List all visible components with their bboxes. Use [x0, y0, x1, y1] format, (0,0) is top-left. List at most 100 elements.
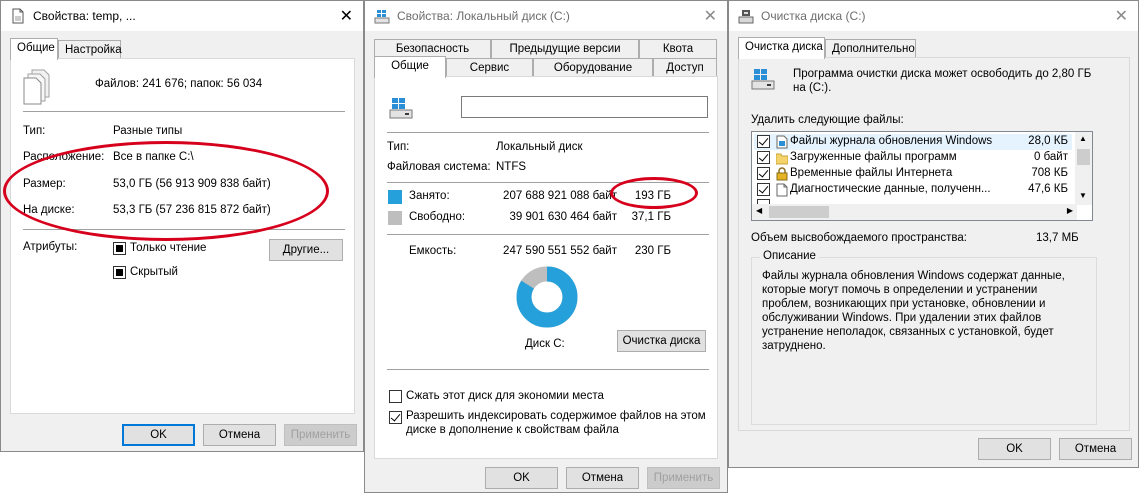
- drive-name-input[interactable]: [461, 96, 708, 118]
- index-label-line1: Разрешить индексировать содержимое файло…: [406, 410, 706, 422]
- tab-customize[interactable]: Настройка: [58, 40, 122, 59]
- cancel-button[interactable]: Отмена: [1059, 438, 1132, 460]
- close-icon[interactable]: ✕: [1115, 6, 1128, 26]
- used-bytes: 207 688 921 088 байт: [503, 190, 617, 202]
- list-item[interactable]: Диагностические данные, полученн... 47,6…: [754, 182, 1072, 198]
- description-line: обслуживании Windows. При удалении этих …: [762, 312, 1042, 324]
- item-checkbox[interactable]: [757, 151, 770, 164]
- title-bar[interactable]: Свойства: Локальный диск (C:) ✕: [365, 1, 727, 31]
- folder-properties-window: Свойства: temp, ... ✕ Общие Настройка Фа…: [0, 0, 364, 452]
- apply-button[interactable]: Применить: [647, 467, 720, 489]
- list-item[interactable]: Временные файлы Интернета 708 КБ: [754, 166, 1072, 182]
- window-title: Свойства: temp, ...: [33, 9, 136, 23]
- readonly-checkbox[interactable]: [113, 242, 126, 255]
- item-checkbox[interactable]: [757, 183, 770, 196]
- general-panel: Тип: Локальный диск Файловая система: NT…: [374, 76, 718, 459]
- tab-more-options[interactable]: Дополнительно: [825, 39, 916, 58]
- ok-button[interactable]: OK: [485, 467, 558, 489]
- tab-previous-versions[interactable]: Предыдущие версии: [491, 39, 639, 59]
- capacity-bytes: 247 590 551 552 байт: [503, 245, 617, 257]
- description-line: затруднено.: [762, 340, 826, 352]
- scroll-right-icon[interactable]: ▶: [1067, 206, 1073, 215]
- item-name: Временные файлы Интернета: [790, 167, 953, 179]
- tab-quota[interactable]: Квота: [639, 39, 717, 59]
- horizontal-scrollbar[interactable]: ◀ ▶: [752, 204, 1077, 220]
- hidden-checkbox[interactable]: [113, 266, 126, 279]
- item-name: Файлы журнала обновления Windows: [790, 135, 993, 147]
- type-label: Тип:: [387, 141, 410, 153]
- disk-label: Диск C:: [525, 338, 565, 350]
- files-list[interactable]: Файлы журнала обновления Windows 28,0 КБ…: [751, 131, 1093, 221]
- scroll-down-icon[interactable]: ▼: [1079, 191, 1087, 200]
- used-color-swatch: [388, 190, 402, 204]
- readonly-label: Только чтение: [130, 242, 207, 254]
- list-item[interactable]: Загруженные файлы программ 0 байт: [754, 150, 1072, 166]
- tab-disk-cleanup[interactable]: Очистка диска: [738, 37, 825, 59]
- scroll-thumb[interactable]: [769, 206, 829, 218]
- other-attributes-button[interactable]: Другие...: [269, 239, 343, 261]
- freed-space-value: 13,7 МБ: [1036, 232, 1079, 244]
- tab-sharing[interactable]: Доступ: [653, 58, 717, 77]
- free-bytes: 39 901 630 464 байт: [509, 211, 617, 223]
- files-summary: Файлов: 241 676; папок: 56 034: [95, 78, 263, 90]
- close-icon[interactable]: ✕: [704, 6, 717, 26]
- free-color-swatch: [388, 211, 402, 225]
- disk-cleanup-window: Очистка диска (C:) ✕ Очистка диска Допол…: [728, 0, 1139, 468]
- drive-icon: [751, 69, 775, 90]
- compress-checkbox[interactable]: [389, 390, 402, 403]
- ok-button[interactable]: OK: [122, 424, 195, 446]
- capacity-gb: 230 ГБ: [634, 245, 671, 257]
- item-checkbox[interactable]: [757, 135, 770, 148]
- description-line: проблем, возникающих при установке, обно…: [762, 298, 1046, 310]
- item-name: Диагностические данные, полученн...: [790, 183, 991, 195]
- list-item[interactable]: Файлы журнала обновления Windows 28,0 КБ: [754, 134, 1072, 150]
- apply-button[interactable]: Применить: [284, 424, 357, 446]
- capacity-label: Емкость:: [409, 245, 457, 257]
- scroll-up-icon[interactable]: ▲: [1079, 134, 1087, 143]
- window-title: Очистка диска (C:): [761, 9, 866, 23]
- cancel-button[interactable]: Отмена: [566, 467, 639, 489]
- highlight-oval: [610, 177, 698, 209]
- tab-hardware[interactable]: Оборудование: [533, 58, 653, 77]
- folder-icon: [776, 153, 788, 165]
- document-icon: [12, 8, 24, 24]
- hidden-label: Скрытый: [130, 266, 178, 278]
- filesystem-value: NTFS: [496, 161, 527, 173]
- ok-button[interactable]: OK: [978, 438, 1051, 460]
- description-line: которые могут помочь в определении и уст…: [762, 284, 1038, 296]
- type-value: Локальный диск: [496, 141, 583, 153]
- disk-properties-window: Свойства: Локальный диск (C:) ✕ Безопасн…: [364, 0, 728, 493]
- tab-general[interactable]: Общие: [10, 38, 58, 60]
- index-checkbox[interactable]: [389, 411, 402, 424]
- tab-tools[interactable]: Сервис: [446, 58, 533, 77]
- item-size: 0 байт: [1033, 151, 1068, 163]
- item-size: 28,0 КБ: [1028, 135, 1068, 147]
- log-file-icon: [776, 135, 788, 149]
- lock-icon: [776, 167, 788, 181]
- free-label: Свободно:: [409, 211, 466, 223]
- attributes-label: Атрибуты:: [23, 241, 78, 253]
- type-label: Тип:: [23, 125, 46, 137]
- intro-line1: Программа очистки диска может освободить…: [793, 68, 1092, 80]
- freed-space-label: Объем высвобождаемого пространства:: [751, 232, 967, 244]
- type-value: Разные типы: [113, 125, 183, 137]
- free-gb: 37,1 ГБ: [631, 211, 671, 223]
- cancel-button[interactable]: Отмена: [203, 424, 276, 446]
- tab-general[interactable]: Общие: [374, 56, 446, 78]
- disk-cleanup-button[interactable]: Очистка диска: [617, 330, 706, 352]
- scroll-left-icon[interactable]: ◀: [756, 206, 762, 215]
- close-icon[interactable]: ✕: [340, 6, 353, 26]
- vertical-scrollbar[interactable]: ▲ ▼: [1075, 132, 1092, 205]
- filesystem-label: Файловая система:: [387, 161, 491, 173]
- title-bar[interactable]: Свойства: temp, ... ✕: [1, 1, 363, 31]
- compress-label: Сжать этот диск для экономии места: [406, 390, 604, 402]
- cleanup-panel: Программа очистки диска может освободить…: [738, 57, 1130, 431]
- index-label-line2: диске в дополнение к свойствам файла: [406, 424, 619, 436]
- disk-cleanup-icon: [738, 10, 754, 24]
- item-size: 708 КБ: [1031, 167, 1068, 179]
- scroll-thumb[interactable]: [1077, 149, 1090, 165]
- title-bar[interactable]: Очистка диска (C:) ✕: [729, 1, 1138, 31]
- drive-icon: [389, 98, 413, 119]
- item-checkbox[interactable]: [757, 167, 770, 180]
- delete-files-label: Удалить следующие файлы:: [751, 114, 904, 126]
